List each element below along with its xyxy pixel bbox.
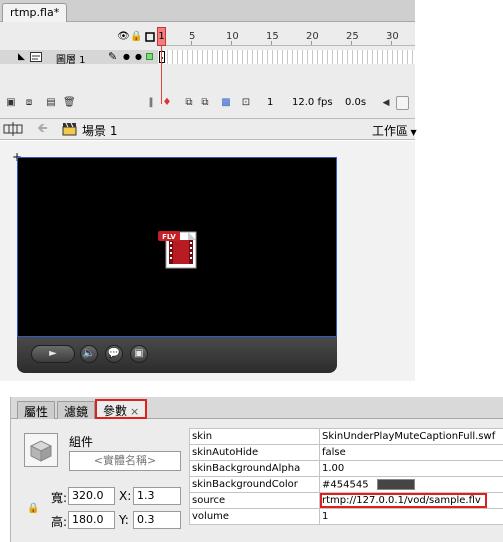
param-value-cell[interactable]: rtmp://127.0.0.1/vod/sample.flv — [319, 492, 503, 509]
modify-onion-markers-icon[interactable]: ⊡ — [240, 97, 252, 109]
playhead[interactable]: 1 — [157, 27, 166, 46]
property-inspector: 屬性 濾鏡 參數 × 組件 <實體名稱> 🔒 寬: 320.0 X: 1.3 高:… — [10, 397, 503, 542]
frame-number: 15 — [266, 31, 279, 42]
param-row[interactable]: skin SkinUnderPlayMuteCaptionFull.swf — [189, 428, 503, 445]
param-value[interactable]: false — [319, 444, 503, 461]
stage-area[interactable]: + FLV ► 🔈 💬 ▣ — [0, 141, 415, 381]
outline-color-icon[interactable] — [146, 53, 153, 60]
onion-skin-icon[interactable]: ⧉ — [183, 97, 195, 109]
frame-cells[interactable] — [158, 50, 415, 64]
component-icon — [24, 433, 58, 467]
timeline-panel: 👁 🔒 5 10 15 20 25 30 1 ◣ 圖層 1 ✎ ● ● ▣ ⧈ … — [0, 22, 415, 118]
param-value[interactable]: 1.00 — [319, 460, 503, 477]
frame-number: 5 — [189, 31, 196, 42]
frame-ruler[interactable]: 5 10 15 20 25 30 — [158, 28, 415, 46]
param-name: skin — [189, 428, 320, 445]
layer-name[interactable]: 圖層 1 — [56, 51, 86, 66]
back-arrow-icon[interactable]: 🡸 — [37, 122, 48, 136]
param-row[interactable]: skinBackgroundColor #454545 — [189, 476, 503, 493]
caption-button[interactable]: 💬 — [105, 345, 123, 363]
player-skin-bar: ► 🔈 💬 ▣ — [17, 337, 337, 373]
add-motion-guide-icon[interactable]: ⧈ — [23, 97, 35, 109]
param-value-cell[interactable]: #454545 — [319, 476, 503, 493]
y-field[interactable]: 0.3 — [133, 511, 181, 529]
document-tab[interactable]: rtmp.fla* — [2, 3, 68, 22]
insert-layer-icon[interactable]: ▣ — [5, 97, 17, 109]
tab-parameters-label: 參數 — [103, 404, 128, 418]
close-icon[interactable]: × — [130, 405, 139, 418]
param-value[interactable]: rtmp://127.0.0.1/vod/sample.flv — [320, 493, 487, 508]
x-field[interactable]: 1.3 — [133, 487, 181, 505]
edit-bar: 🡸 場景 1 工作區 ▼ — [0, 118, 417, 140]
scroll-left-icon[interactable]: ◀ — [380, 97, 392, 109]
frame-rate-readout[interactable]: 12.0 fps — [292, 97, 333, 108]
height-field[interactable]: 180.0 — [68, 511, 115, 529]
flv-icon-label: FLV — [162, 233, 176, 241]
instance-name-input[interactable]: <實體名稱> — [69, 451, 181, 471]
layer-folder-icon — [30, 52, 42, 65]
fullscreen-button[interactable]: ▣ — [130, 345, 148, 363]
onion-skin-outlines-icon[interactable]: ⧉ — [199, 97, 211, 109]
x-label: X: — [119, 489, 132, 503]
pencil-icon: ✎ — [108, 50, 118, 63]
parameters-table: skin SkinUnderPlayMuteCaptionFull.swf sk… — [189, 428, 503, 525]
height-label: 高: — [51, 515, 68, 529]
param-name: skinBackgroundAlpha — [189, 460, 320, 477]
timeline-header: 👁 🔒 5 10 15 20 25 30 — [0, 28, 415, 46]
mute-button[interactable]: 🔈 — [80, 345, 98, 363]
frame-number: 30 — [386, 31, 399, 42]
tab-properties[interactable]: 屬性 — [17, 401, 56, 419]
play-button[interactable]: ► — [31, 345, 75, 363]
lock-dot-icon[interactable]: ● — [135, 52, 142, 62]
layer-type-icon: ◣ — [18, 52, 25, 62]
show-hide-eye-icon[interactable]: 👁 — [117, 31, 130, 42]
lock-icon[interactable]: 🔒 — [27, 503, 39, 514]
param-row[interactable]: volume 1 — [189, 508, 503, 525]
timeline-toolbar: ▣ ⧈ ▤ 🗑 ‖ ♦ ⧉ ⧉ ▩ ⊡ 1 12.0 fps 0.0s ◀ — [0, 94, 415, 114]
flv-file-icon: FLV — [158, 231, 197, 269]
param-name: skinAutoHide — [189, 444, 320, 461]
visibility-dot-icon[interactable]: ● — [123, 52, 130, 62]
timeline-toggle-icon[interactable] — [3, 122, 23, 140]
chevron-down-icon: ▼ — [408, 128, 417, 137]
outline-all-icon[interactable] — [144, 31, 155, 42]
edit-multiple-frames-icon[interactable]: ▩ — [220, 97, 232, 109]
inspector-tab-bar: 屬性 濾鏡 參數 × — [11, 397, 503, 419]
param-name: source — [189, 492, 320, 509]
param-name: volume — [189, 508, 320, 525]
current-frame-readout: 1 — [267, 97, 274, 108]
color-swatch[interactable] — [376, 478, 415, 490]
param-row[interactable]: skinBackgroundAlpha 1.00 — [189, 460, 503, 477]
scene-clapper-icon — [62, 122, 77, 140]
delete-layer-icon[interactable]: 🗑 — [63, 97, 76, 109]
divider-icon: ‖ — [148, 97, 154, 108]
scene-name[interactable]: 場景 1 — [82, 122, 117, 139]
timeline-scrollbar[interactable] — [396, 96, 409, 110]
width-label: 寬: — [51, 491, 68, 505]
param-row[interactable]: source rtmp://127.0.0.1/vod/sample.flv — [189, 492, 503, 509]
param-name: skinBackgroundColor — [189, 476, 320, 493]
y-label: Y: — [119, 513, 129, 527]
param-value: #454545 — [322, 479, 369, 491]
workspace-label: 工作區 — [372, 124, 409, 138]
workspace-menu-button[interactable]: 工作區 ▼ — [372, 122, 417, 139]
keyframe[interactable] — [159, 51, 165, 63]
frame-number: 25 — [346, 31, 359, 42]
document-tab-bar: rtmp.fla* — [0, 0, 415, 22]
component-type-label: 組件 — [69, 435, 94, 449]
layer-row[interactable]: ◣ 圖層 1 ✎ ● ● — [0, 50, 415, 66]
flv-playback-component[interactable]: FLV — [17, 157, 337, 337]
width-field[interactable]: 320.0 — [68, 487, 115, 505]
frame-number: 20 — [306, 31, 319, 42]
param-row[interactable]: skinAutoHide false — [189, 444, 503, 461]
tab-filters[interactable]: 濾鏡 — [57, 401, 96, 419]
lock-all-icon[interactable]: 🔒 — [130, 31, 142, 42]
center-frame-icon[interactable]: ♦ — [161, 97, 173, 109]
insert-folder-icon[interactable]: ▤ — [45, 97, 57, 109]
elapsed-time-readout: 0.0s — [345, 97, 367, 108]
frame-number: 10 — [226, 31, 239, 42]
param-value[interactable]: SkinUnderPlayMuteCaptionFull.swf — [319, 428, 503, 445]
tab-parameters[interactable]: 參數 × — [95, 399, 148, 419]
param-value[interactable]: 1 — [319, 508, 503, 525]
